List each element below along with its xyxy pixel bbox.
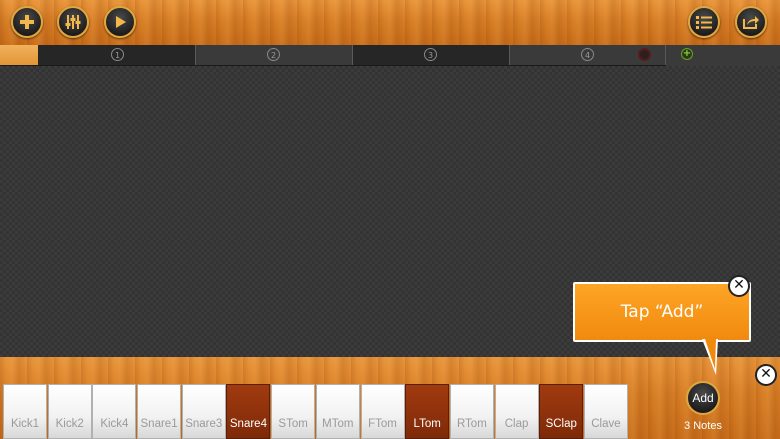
drum-key-label: Clave bbox=[591, 418, 621, 430]
bar-number-2: 2 bbox=[267, 48, 280, 61]
drum-key-label: STom bbox=[278, 418, 308, 430]
list-icon bbox=[696, 16, 712, 29]
drum-key-kick4[interactable]: Kick4 bbox=[92, 384, 137, 439]
bar-number-3: 3 bbox=[424, 48, 437, 61]
close-icon: ✕ bbox=[760, 366, 772, 382]
drum-key-snare1[interactable]: Snare1 bbox=[137, 384, 182, 439]
close-tooltip-button[interactable]: ✕ bbox=[728, 275, 750, 297]
share-icon bbox=[743, 16, 759, 29]
bar-number-4: 4 bbox=[581, 48, 594, 61]
drum-key-label: Clap bbox=[504, 418, 529, 430]
drum-key-ftom[interactable]: FTom bbox=[360, 384, 405, 439]
drum-key-sclap[interactable]: SClap bbox=[539, 384, 584, 439]
drum-key-label: Snare4 bbox=[229, 418, 267, 430]
play-button[interactable] bbox=[104, 6, 136, 38]
drum-key-snare4[interactable]: Snare4 bbox=[226, 384, 271, 439]
drum-key-label: Kick2 bbox=[55, 418, 84, 430]
timeline-ruler[interactable]: 1 2 3 4 bbox=[0, 45, 666, 66]
drum-key-stom[interactable]: STom bbox=[271, 384, 316, 439]
drum-key-label: FTom bbox=[368, 418, 397, 430]
drum-key-clap[interactable]: Clap bbox=[494, 384, 539, 439]
menu-button[interactable] bbox=[688, 6, 720, 38]
drum-key-rtom[interactable]: RTom bbox=[449, 384, 494, 439]
drum-key-label: LTom bbox=[413, 418, 441, 430]
mixer-icon bbox=[65, 15, 81, 29]
hint-tooltip: Tap “Add” bbox=[573, 282, 751, 342]
bar-number-1: 1 bbox=[111, 48, 124, 61]
add-bar-button[interactable]: + bbox=[681, 48, 693, 60]
drum-key-ltom[interactable]: LTom bbox=[405, 384, 450, 439]
play-icon bbox=[116, 16, 126, 28]
drum-key-label: SClap bbox=[545, 418, 577, 430]
drum-key-label: Snare3 bbox=[185, 418, 223, 430]
drum-key-label: Snare1 bbox=[140, 418, 178, 430]
close-panel-button[interactable]: ✕ bbox=[755, 364, 777, 386]
drum-key-clave[interactable]: Clave bbox=[583, 384, 628, 439]
notes-count: 3 Notes bbox=[684, 420, 722, 432]
drum-key-kick1[interactable]: Kick1 bbox=[3, 384, 47, 439]
drum-key-label: RTom bbox=[456, 418, 487, 430]
tooltip-tail-fill bbox=[705, 339, 716, 369]
add-note-button[interactable]: Add bbox=[686, 381, 720, 415]
loop-end-marker[interactable] bbox=[638, 48, 651, 61]
plus-icon bbox=[20, 15, 34, 29]
share-button[interactable] bbox=[735, 6, 767, 38]
drum-key-label: Kick1 bbox=[10, 418, 40, 430]
add-button-label: Add bbox=[692, 391, 714, 405]
drum-key-mtom[interactable]: MTom bbox=[315, 384, 360, 439]
drum-keyboard: Kick1 Kick2 Kick4 Snare1 Snare3 Snare4 STom MTo… bbox=[3, 384, 629, 439]
tooltip-text: Tap “Add” bbox=[620, 302, 704, 322]
drum-key-label: MTom bbox=[322, 418, 354, 430]
drum-key-kick2[interactable]: Kick2 bbox=[47, 384, 92, 439]
mixer-button[interactable] bbox=[57, 6, 89, 38]
add-track-button[interactable] bbox=[11, 6, 43, 38]
playhead[interactable] bbox=[0, 45, 38, 65]
close-icon: ✕ bbox=[733, 277, 745, 293]
drum-key-label: Kick4 bbox=[100, 418, 129, 430]
drum-key-snare3[interactable]: Snare3 bbox=[181, 384, 226, 439]
